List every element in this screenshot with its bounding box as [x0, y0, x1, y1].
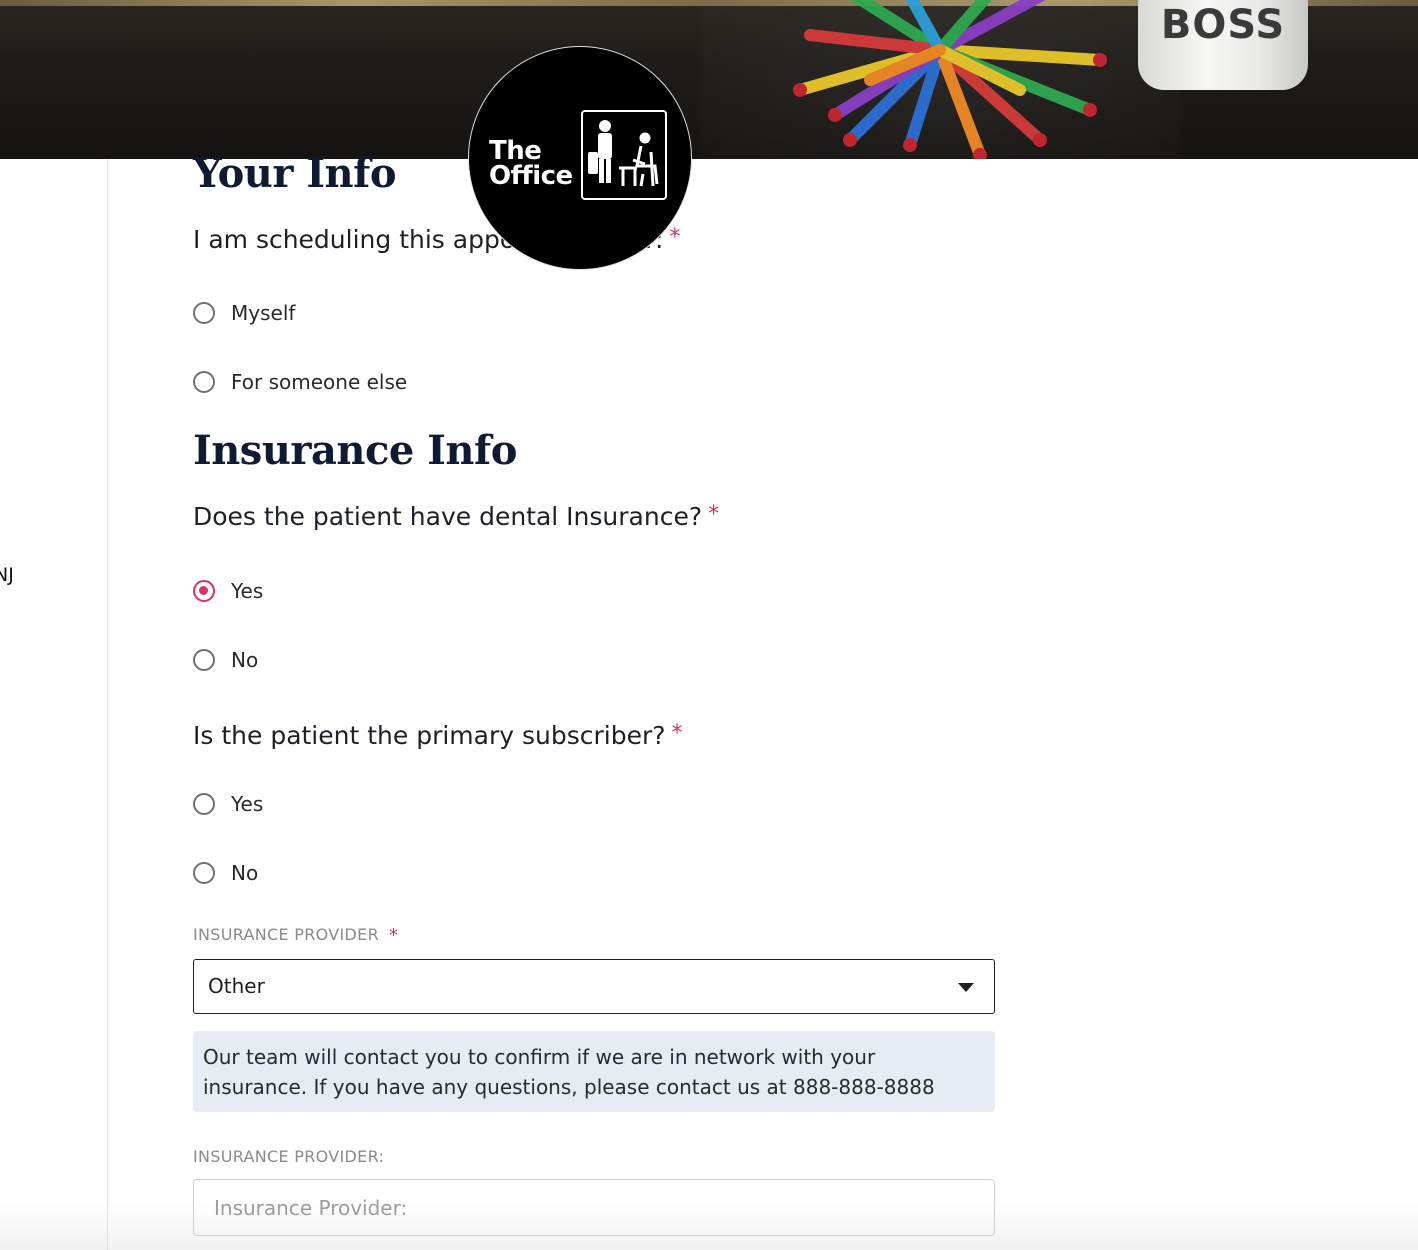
- logo-line-2: Office: [489, 161, 573, 191]
- the-office-logo: The Office: [468, 46, 692, 270]
- label-text: INSURANCE PROVIDER: [193, 925, 379, 944]
- mug-text: BOSS: [1160, 2, 1286, 48]
- radio-label-subscriber-yes: Yes: [231, 792, 264, 816]
- required-asterisk: *: [389, 925, 399, 946]
- hoberman-sphere-toy-image: [793, 0, 1107, 159]
- has-insurance-question: Does the patient have dental Insurance? *: [193, 502, 719, 531]
- radio-button-insurance-no[interactable]: [193, 649, 215, 671]
- insurance-provider-input-label: INSURANCE PROVIDER:: [193, 1147, 385, 1166]
- insurance-info-heading: Insurance Info: [193, 427, 517, 474]
- insurance-provider-input[interactable]: [193, 1179, 995, 1236]
- network-confirmation-note: Our team will contact you to confirm if …: [193, 1031, 995, 1112]
- radio-button-someone-else[interactable]: [193, 371, 215, 393]
- question-text: Is the patient the primary subscriber?: [193, 721, 666, 750]
- required-asterisk: *: [708, 502, 720, 527]
- insurance-provider-select-label: INSURANCE PROVIDER *: [193, 925, 398, 946]
- radio-label-insurance-no: No: [231, 648, 259, 672]
- boss-mug-image: BOSS: [1138, 0, 1308, 90]
- radio-label-insurance-yes: Yes: [231, 579, 264, 603]
- radio-button-insurance-yes[interactable]: [193, 580, 215, 602]
- sidebar-divider: [107, 159, 108, 1250]
- radio-option-subscriber-no[interactable]: No: [193, 858, 258, 888]
- header-banner: BOSS: [0, 0, 1418, 159]
- sidebar-location-text: NJ: [0, 564, 14, 586]
- primary-subscriber-question: Is the patient the primary subscriber? *: [193, 721, 683, 750]
- radio-option-insurance-no[interactable]: No: [193, 645, 258, 675]
- logo-text: The Office: [489, 138, 573, 191]
- radio-button-subscriber-no[interactable]: [193, 862, 215, 884]
- radio-label-myself: Myself: [231, 301, 296, 325]
- radio-button-myself[interactable]: [193, 302, 215, 324]
- selected-provider-value: Other: [208, 974, 265, 998]
- radio-option-myself[interactable]: Myself: [193, 298, 295, 328]
- office-desk-icon: [581, 110, 667, 200]
- radio-option-subscriber-yes[interactable]: Yes: [193, 789, 263, 819]
- radio-button-subscriber-yes[interactable]: [193, 793, 215, 815]
- radio-label-subscriber-no: No: [231, 861, 259, 885]
- radio-label-someone-else: For someone else: [231, 370, 408, 394]
- required-asterisk: *: [669, 225, 681, 250]
- question-text: Does the patient have dental Insurance?: [193, 502, 703, 531]
- chevron-down-icon[interactable]: [958, 983, 974, 992]
- insurance-provider-select[interactable]: Other: [193, 959, 995, 1014]
- your-info-heading: Your Info: [193, 150, 397, 197]
- radio-option-insurance-yes[interactable]: Yes: [193, 576, 263, 606]
- required-asterisk: *: [671, 721, 683, 746]
- radio-option-someone-else[interactable]: For someone else: [193, 367, 407, 397]
